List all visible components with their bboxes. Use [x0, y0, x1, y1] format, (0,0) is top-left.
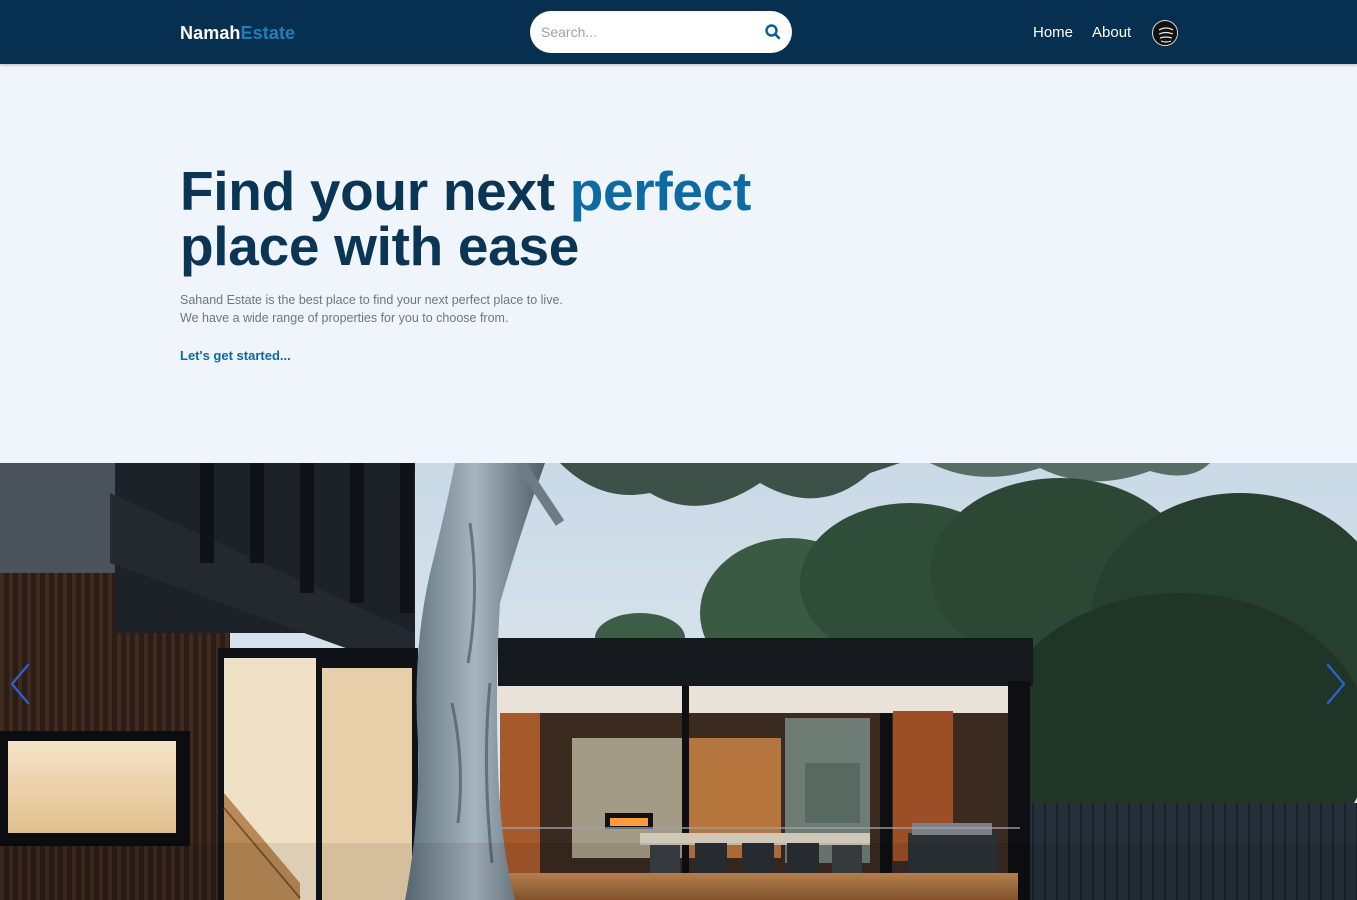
search-icon[interactable]	[764, 23, 782, 41]
get-started-link[interactable]: Let's get started...	[180, 348, 291, 363]
carousel-next-arrow-icon[interactable]	[1324, 663, 1348, 705]
hero-title-part2: place with ease	[180, 215, 580, 277]
nav-about-link[interactable]: About	[1092, 24, 1131, 42]
carousel-prev-arrow-icon[interactable]	[8, 663, 32, 705]
hero-description: Sahand Estate is the best place to find …	[180, 291, 600, 327]
hero-title-part1: Find your next	[180, 160, 570, 222]
search-bar	[530, 11, 792, 53]
brand-name-part2: Estate	[240, 23, 296, 43]
user-avatar[interactable]	[1152, 20, 1178, 46]
listing-carousel	[0, 463, 1357, 900]
top-navbar: NamahEstate Home About	[0, 0, 1357, 64]
hero-description-line1: Sahand Estate is the best place to find …	[180, 293, 563, 307]
carousel-slide-image	[0, 463, 1357, 900]
hero-title-accent: perfect	[569, 160, 752, 222]
hero-title: Find your next perfect place with ease	[180, 164, 800, 274]
nav-home-link[interactable]: Home	[1033, 24, 1073, 42]
brand-name-part1: Namah	[180, 23, 241, 43]
search-input[interactable]	[541, 21, 751, 43]
hero-description-line2: We have a wide range of properties for y…	[180, 311, 509, 325]
brand-logo[interactable]: NamahEstate	[180, 22, 295, 44]
